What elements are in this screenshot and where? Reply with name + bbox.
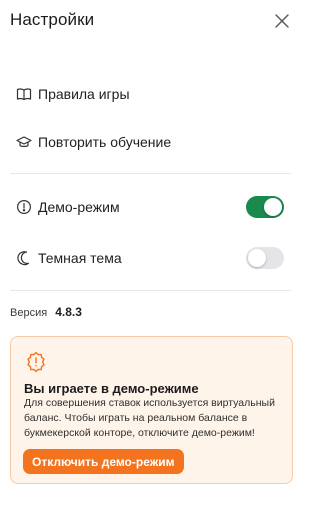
version-value: 4.8.3: [55, 305, 82, 319]
menu-item-rules[interactable]: Правила игры: [0, 74, 300, 114]
moon-icon: [16, 250, 32, 266]
demo-mode-notice-card: Вы играете в демо-режиме Для совершения …: [10, 336, 293, 484]
graduation-cap-icon: [16, 134, 32, 150]
dark-theme-label: Темная тема: [38, 250, 122, 266]
toggle-knob: [248, 249, 266, 267]
alert-circle-icon: [16, 199, 32, 215]
setting-demo-mode: Демо-режим: [0, 187, 300, 227]
demo-notice-text: Для совершения ставок используется вирту…: [24, 397, 275, 439]
version-label: Версия: [10, 307, 48, 319]
disable-demo-button[interactable]: Отключить демо-режим: [23, 449, 184, 474]
menu-item-tutorial[interactable]: Повторить обучение: [0, 122, 300, 162]
toggle-knob: [264, 198, 282, 216]
dark-theme-toggle[interactable]: [246, 247, 284, 269]
demo-mode-label: Демо-режим: [38, 199, 120, 215]
warning-badge-icon: [25, 351, 47, 373]
page-title: Настройки: [10, 10, 95, 29]
divider: [10, 173, 291, 174]
menu-item-rules-label: Правила игры: [38, 86, 130, 102]
setting-dark-theme: Темная тема: [0, 238, 300, 278]
version-info: Версия 4.8.3: [10, 305, 82, 319]
book-icon: [16, 86, 32, 102]
menu-item-tutorial-label: Повторить обучение: [38, 134, 172, 150]
close-icon[interactable]: [274, 13, 290, 29]
divider: [10, 290, 291, 291]
demo-mode-toggle[interactable]: [246, 196, 284, 218]
demo-notice-title: Вы играете в демо-режиме: [24, 381, 199, 396]
header: Настройки: [0, 0, 300, 44]
